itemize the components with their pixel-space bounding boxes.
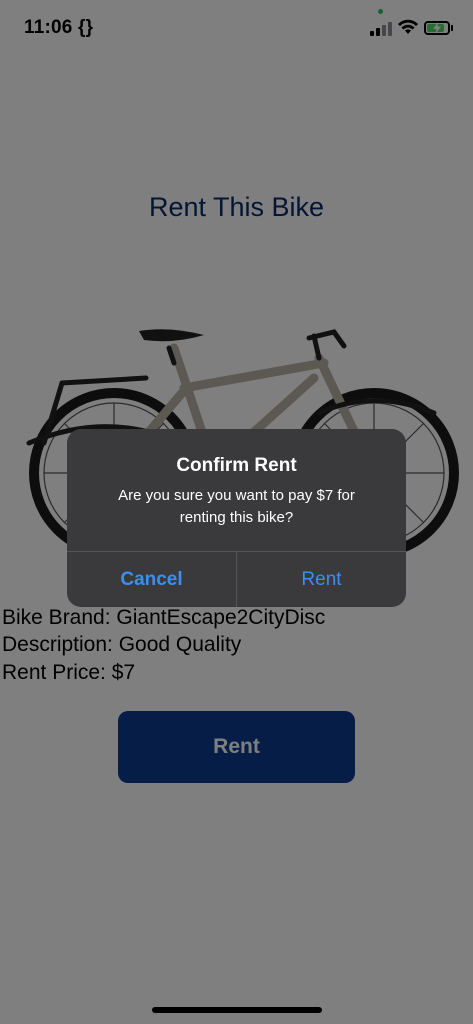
alert-confirm-rent-button[interactable]: Rent — [237, 552, 406, 607]
rent-bike-screen: 11:06 {} Rent This Bike — [0, 0, 473, 1024]
confirm-rent-alert: Confirm Rent Are you sure you want to pa… — [67, 429, 406, 607]
home-indicator[interactable] — [152, 1007, 322, 1013]
alert-cancel-button[interactable]: Cancel — [67, 552, 236, 607]
alert-message: Are you sure you want to pay $7 for rent… — [118, 487, 355, 526]
alert-title: Confirm Rent — [176, 455, 297, 476]
